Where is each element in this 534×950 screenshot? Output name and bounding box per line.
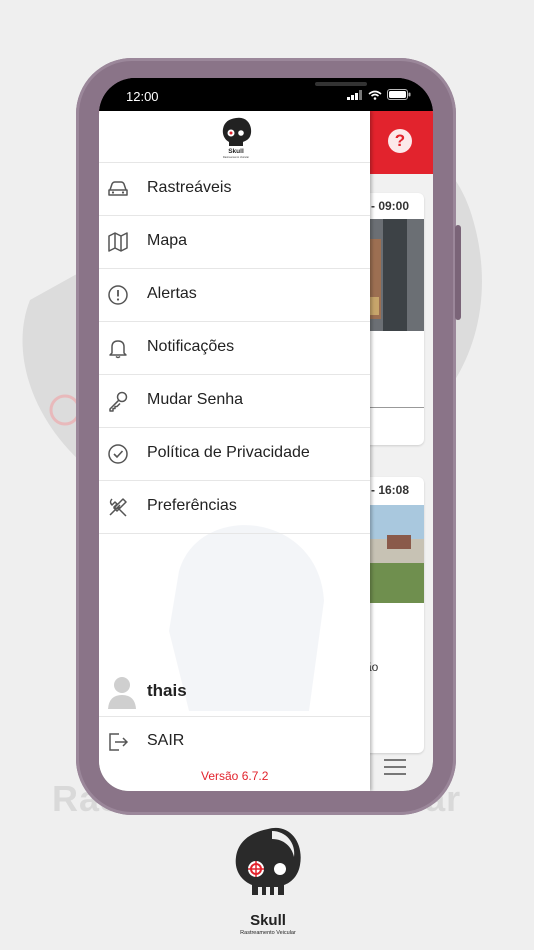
signal-icon (347, 89, 362, 100)
alert-circle-icon (108, 285, 128, 305)
app-version: Versão 6.7.2 (201, 769, 269, 783)
logout-label: SAIR (147, 732, 185, 749)
menu-item-label: Alertas (147, 285, 197, 302)
user-name: thais (147, 681, 187, 700)
tools-icon (109, 498, 127, 517)
menu-item-politica-privacidade[interactable]: Política de Privacidade (99, 428, 370, 481)
menu-item-label: Notificações (147, 338, 235, 355)
speaker (315, 82, 367, 86)
menu-item-notificacoes[interactable]: Notificações (99, 322, 370, 375)
menu-item-mapa[interactable]: Mapa (99, 216, 370, 269)
battery-icon (387, 89, 411, 100)
navigation-drawer: Skull Rastreamento Veicular Rastreáveis … (99, 111, 370, 791)
map-icon (108, 232, 128, 252)
status-bar: 12:00 (99, 78, 433, 111)
logout-icon (109, 733, 129, 751)
user-profile[interactable]: thais (99, 666, 370, 717)
menu-item-label: Mapa (147, 232, 188, 249)
hamburger-menu-icon[interactable] (384, 759, 406, 780)
logo-name: Skull (228, 148, 244, 155)
logout-button[interactable]: SAIR (99, 717, 370, 765)
logo-tagline: Rastreamento Veicular (223, 155, 249, 159)
bell-icon (109, 340, 127, 359)
status-time: 12:00 (126, 89, 159, 104)
footer-logo-name: Skull (250, 912, 286, 929)
check-circle-icon (108, 444, 128, 464)
card-photo (361, 505, 424, 603)
app-view: ? 6 - 09:00 6 - 16:08 rão Skull (99, 111, 433, 791)
card-divider (361, 407, 424, 408)
footer-skull-logo: Skull Rastreamento Veicular (235, 827, 301, 936)
skull-logo: Skull Rastreamento Veicular (222, 117, 252, 159)
menu-item-rastreaveis[interactable]: Rastreáveis (99, 163, 370, 216)
drawer-menu: Rastreáveis Mapa Alertas Notificações Mu… (99, 162, 370, 534)
footer-logo-tagline: Rastreamento Veicular (240, 930, 296, 936)
wifi-icon (368, 90, 382, 100)
phone-side-button (455, 225, 461, 320)
menu-item-alertas[interactable]: Alertas (99, 269, 370, 322)
avatar (108, 677, 136, 709)
menu-item-label: Mudar Senha (147, 391, 244, 408)
status-icons (347, 89, 411, 100)
help-button[interactable]: ? (388, 129, 412, 153)
car-icon (108, 181, 128, 196)
menu-item-label: Política de Privacidade (147, 444, 310, 461)
phone-screen: 12:00 ? 6 - 09:00 6 - 16:08 rão (99, 78, 433, 791)
notch (175, 78, 367, 104)
menu-item-label: Rastreáveis (147, 179, 232, 196)
key-icon (109, 391, 128, 412)
menu-item-preferencias[interactable]: Preferências (99, 481, 370, 534)
menu-item-label: Preferências (147, 497, 237, 514)
menu-item-mudar-senha[interactable]: Mudar Senha (99, 375, 370, 428)
card-photo (361, 219, 424, 331)
